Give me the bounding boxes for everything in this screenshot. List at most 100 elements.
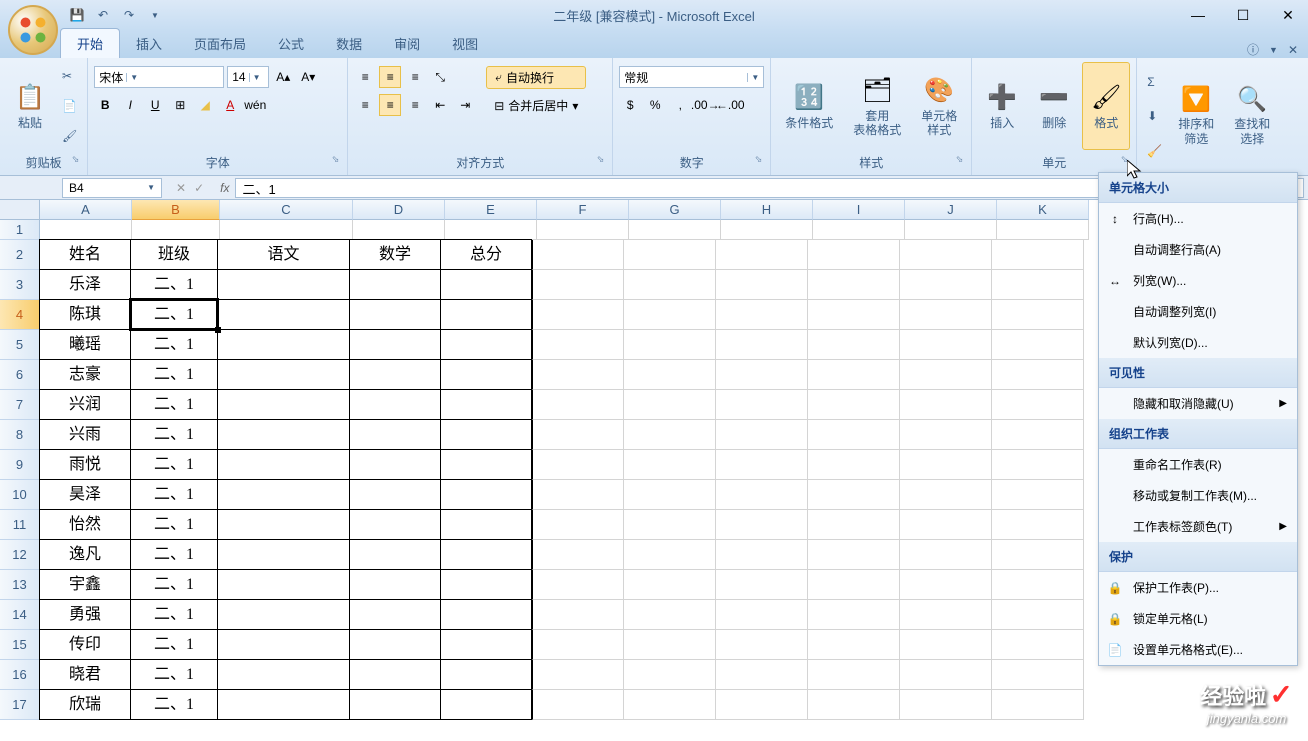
merge-center-button[interactable]: ⊟合并后居中 ▾ [486,95,586,116]
dd-item[interactable]: 默认列宽(D)... [1099,327,1297,358]
minimize-ribbon-icon[interactable]: ▼ [1269,45,1278,55]
tab-review[interactable]: 审阅 [378,29,436,58]
cell-B14[interactable]: 二、1 [130,599,218,630]
cell-B16[interactable]: 二、1 [130,659,218,690]
cut-icon[interactable]: ✂ [58,67,81,85]
align-center-icon[interactable]: ≡ [379,94,401,116]
row-head-5[interactable]: 5 [0,330,40,360]
cell-J2[interactable] [900,240,992,270]
currency-icon[interactable]: $ [619,94,641,116]
orientation-icon[interactable]: ⤡ [429,66,451,88]
cell-K6[interactable] [992,360,1084,390]
row-head-1[interactable]: 1 [0,220,40,240]
cell-C8[interactable] [217,419,350,450]
cell-E8[interactable] [440,419,532,450]
cell-K16[interactable] [992,660,1084,690]
cell-F1[interactable] [537,220,629,240]
align-right-icon[interactable]: ≡ [404,94,426,116]
cell-C10[interactable] [217,479,350,510]
wrap-text-button[interactable]: ⤶自动换行 [486,66,586,89]
cell-H11[interactable] [716,510,808,540]
cell-E4[interactable] [440,299,532,330]
row-head-11[interactable]: 11 [0,510,40,540]
enter-formula-icon[interactable]: ✓ [194,181,204,195]
format-painter-icon[interactable]: 🖌 [58,127,81,145]
cell-K10[interactable] [992,480,1084,510]
cell-I12[interactable] [808,540,900,570]
cell-K5[interactable] [992,330,1084,360]
cell-E5[interactable] [440,329,532,360]
qat-dropdown-icon[interactable]: ▼ [146,6,164,24]
number-format-combo[interactable]: 常规▼ [619,66,764,88]
cell-E7[interactable] [440,389,532,420]
cell-B4[interactable]: 二、1 [130,299,218,330]
conditional-format-button[interactable]: 🔢 条件格式 [777,62,841,150]
row-head-16[interactable]: 16 [0,660,40,690]
cell-I4[interactable] [808,300,900,330]
cell-K12[interactable] [992,540,1084,570]
cell-G11[interactable] [624,510,716,540]
cell-I7[interactable] [808,390,900,420]
cell-H2[interactable] [716,240,808,270]
cell-I15[interactable] [808,630,900,660]
cell-E1[interactable] [445,220,537,240]
cell-K13[interactable] [992,570,1084,600]
cell-G9[interactable] [624,450,716,480]
tab-insert[interactable]: 插入 [120,29,178,58]
cell-J3[interactable] [900,270,992,300]
tab-formulas[interactable]: 公式 [262,29,320,58]
cell-D11[interactable] [349,509,441,540]
cell-F3[interactable] [532,270,624,300]
cell-J4[interactable] [900,300,992,330]
cancel-formula-icon[interactable]: ✕ [176,181,186,195]
table-format-button[interactable]: 🗂 套用 表格格式 [845,62,909,150]
cell-I8[interactable] [808,420,900,450]
cell-B11[interactable]: 二、1 [130,509,218,540]
bold-button[interactable]: B [94,94,116,116]
cell-G2[interactable] [624,240,716,270]
cell-C4[interactable] [217,299,350,330]
cell-G17[interactable] [624,690,716,720]
fill-color-button[interactable]: ◢ [194,94,216,116]
cell-A8[interactable]: 兴雨 [39,419,131,450]
cell-F12[interactable] [532,540,624,570]
col-head-H[interactable]: H [721,200,813,220]
cell-C12[interactable] [217,539,350,570]
cell-C9[interactable] [217,449,350,480]
col-head-F[interactable]: F [537,200,629,220]
decrease-indent-icon[interactable]: ⇤ [429,94,451,116]
align-top-icon[interactable]: ≡ [354,66,376,88]
shrink-font-icon[interactable]: A▾ [297,66,319,88]
cell-C11[interactable] [217,509,350,540]
cell-D5[interactable] [349,329,441,360]
col-head-E[interactable]: E [445,200,537,220]
cell-I9[interactable] [808,450,900,480]
dd-item[interactable]: 移动或复制工作表(M)... [1099,480,1297,511]
cell-G8[interactable] [624,420,716,450]
cell-J9[interactable] [900,450,992,480]
cell-A6[interactable]: 志豪 [39,359,131,390]
cell-K1[interactable] [997,220,1089,240]
col-head-K[interactable]: K [997,200,1089,220]
name-box[interactable]: B4▼ [62,178,162,198]
cell-D13[interactable] [349,569,441,600]
cell-K2[interactable] [992,240,1084,270]
cell-A3[interactable]: 乐泽 [39,269,131,300]
cell-A16[interactable]: 晓君 [39,659,131,690]
cell-G15[interactable] [624,630,716,660]
cell-J8[interactable] [900,420,992,450]
cell-E16[interactable] [440,659,532,690]
cell-E2[interactable]: 总分 [440,239,532,270]
cell-H9[interactable] [716,450,808,480]
tab-home[interactable]: 开始 [60,28,120,58]
dd-item[interactable]: 自动调整列宽(I) [1099,296,1297,327]
doc-close-icon[interactable]: ✕ [1288,43,1298,57]
autosum-icon[interactable]: Σ [1143,73,1166,91]
font-size-combo[interactable]: 14▼ [227,66,269,88]
cell-E12[interactable] [440,539,532,570]
cell-C16[interactable] [217,659,350,690]
underline-button[interactable]: U [144,94,166,116]
cell-I16[interactable] [808,660,900,690]
cell-I2[interactable] [808,240,900,270]
align-middle-icon[interactable]: ≡ [379,66,401,88]
